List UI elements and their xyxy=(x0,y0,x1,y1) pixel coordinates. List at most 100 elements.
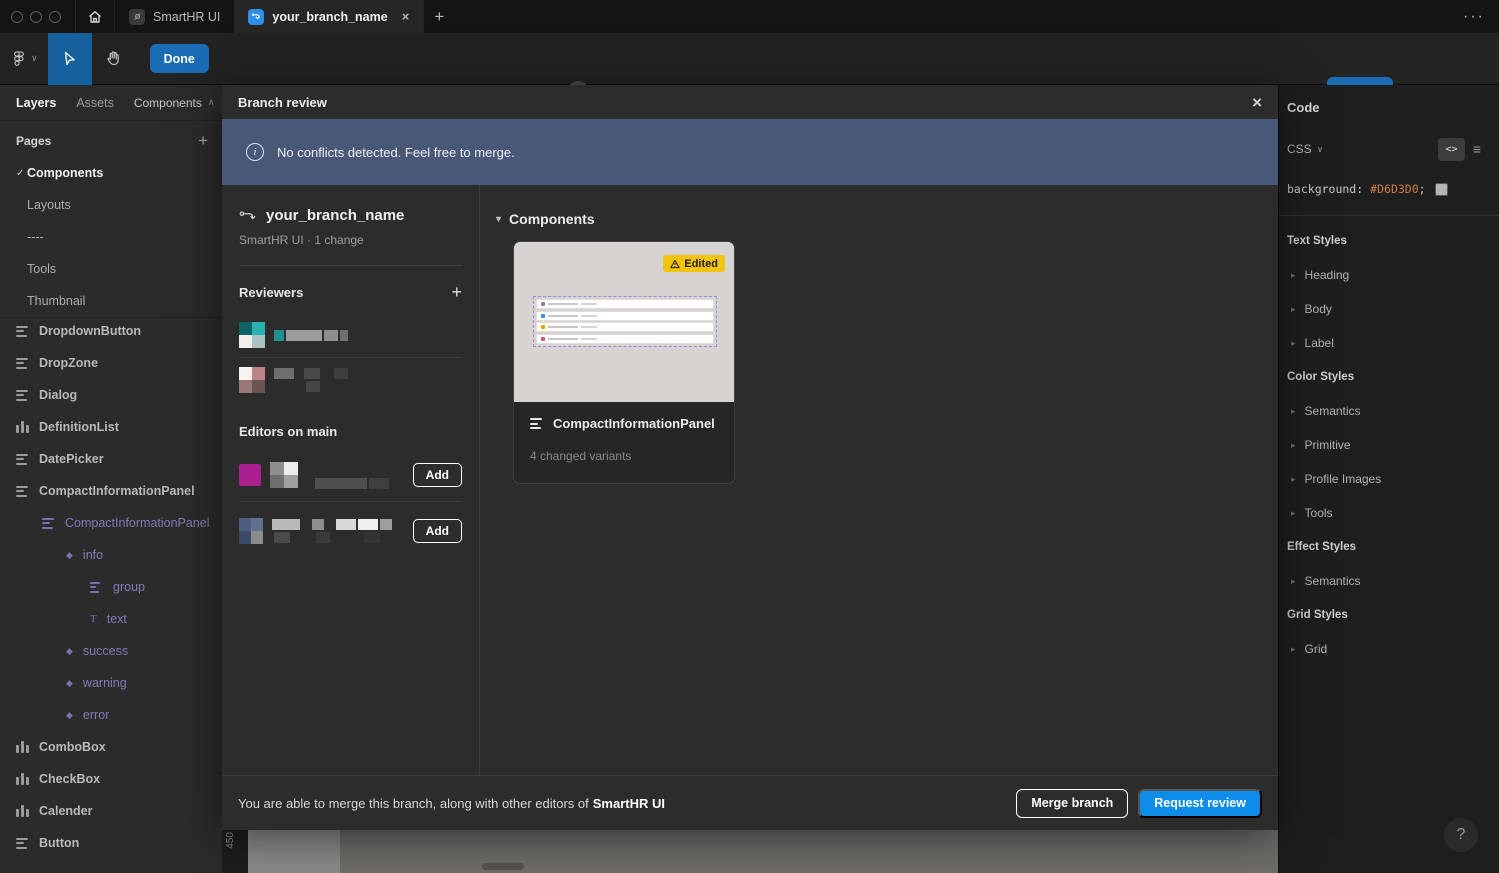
code-language-select[interactable]: CSS xyxy=(1287,142,1312,156)
code-view-icon[interactable]: <> xyxy=(1438,138,1465,161)
layer-item-info[interactable]: ◆info xyxy=(0,539,222,571)
table-view-icon[interactable]: ≡ xyxy=(1465,138,1489,161)
redacted-name xyxy=(270,462,298,488)
components-page-toggle[interactable]: Components ∧ xyxy=(134,96,215,110)
hand-tool-button[interactable] xyxy=(92,33,136,85)
layer-item-error[interactable]: ◆error xyxy=(0,699,222,731)
modal-footer: You are able to merge this branch, along… xyxy=(222,775,1278,830)
add-editor-button[interactable]: Add xyxy=(413,519,462,543)
add-editor-button[interactable]: Add xyxy=(413,463,462,487)
variant-diamond-icon: ◆ xyxy=(66,551,73,560)
layer-item-dropdownbutton[interactable]: DropdownButton xyxy=(0,315,222,347)
add-reviewer-icon[interactable]: + xyxy=(451,282,462,303)
layer-item-dialog[interactable]: Dialog xyxy=(0,379,222,411)
css-code-line[interactable]: background: #D6D3D0 ; xyxy=(1279,169,1499,209)
style-item-body[interactable]: ▸Body xyxy=(1279,292,1499,326)
layer-label: CompactInformationPanel xyxy=(39,484,195,498)
new-tab-button[interactable]: + xyxy=(424,7,454,27)
layer-item-success[interactable]: ◆success xyxy=(0,635,222,667)
code-panel-title: Code xyxy=(1279,85,1499,129)
page-item-layouts[interactable]: Layouts xyxy=(0,189,222,221)
component-icon xyxy=(42,518,55,529)
component-name: CompactInformationPanel xyxy=(553,416,715,431)
divider xyxy=(239,265,462,266)
reviewer-row xyxy=(239,358,462,402)
layer-item-definitionlist[interactable]: DefinitionList xyxy=(0,411,222,443)
layer-item-datepicker[interactable]: DatePicker xyxy=(0,443,222,475)
tab-assets[interactable]: Assets xyxy=(76,96,114,110)
traffic-light-icon[interactable] xyxy=(11,11,23,23)
layer-item-warning[interactable]: ◆ warning xyxy=(0,667,222,699)
window-controls[interactable] xyxy=(0,11,75,23)
home-icon xyxy=(87,9,103,25)
avatar xyxy=(239,367,265,393)
layer-label: Dialog xyxy=(39,388,77,402)
edited-badge: Edited xyxy=(663,255,725,272)
layer-item-combobox[interactable]: ComboBox xyxy=(0,731,222,763)
style-item-semantics[interactable]: ▸Semantics xyxy=(1279,394,1499,428)
components-section-header[interactable]: ▾ Components xyxy=(496,211,1278,227)
variant-diamond-icon: ◆ xyxy=(66,679,73,688)
page-label: Thumbnail xyxy=(27,294,85,308)
style-item-primitive[interactable]: ▸Primitive xyxy=(1279,428,1499,462)
style-item-label: Tools xyxy=(1305,506,1333,520)
footer-text: You are able to merge this branch, along… xyxy=(238,796,589,811)
variant-text-line xyxy=(548,338,578,340)
window-more-icon[interactable]: ··· xyxy=(1463,0,1485,33)
layer-label: warning xyxy=(83,676,127,690)
changed-component-card[interactable]: Edited CompactInformationPanel 4 changed… xyxy=(513,241,735,484)
style-item-heading[interactable]: ▸Heading xyxy=(1279,258,1499,292)
file-tab-smarthr-ui[interactable]: SmartHR UI xyxy=(115,0,234,33)
file-tab-your-branch-name[interactable]: your_branch_name × xyxy=(234,0,424,33)
layer-item-calender[interactable]: Calender xyxy=(0,795,222,827)
add-page-icon[interactable]: + xyxy=(198,131,208,151)
move-tool-button[interactable] xyxy=(48,33,92,85)
style-item-profile-images[interactable]: ▸Profile Images xyxy=(1279,462,1499,496)
layer-item-group[interactable]: group xyxy=(0,571,222,603)
done-button[interactable]: Done xyxy=(150,44,209,73)
layer-item-checkbox[interactable]: CheckBox xyxy=(0,763,222,795)
variant-status-dot xyxy=(541,302,545,306)
footer-file-name: SmartHR UI xyxy=(593,796,665,811)
style-item-grid[interactable]: ▸Grid xyxy=(1279,632,1499,666)
main-menu-button[interactable]: ∨ xyxy=(0,33,48,85)
layer-item-compactinformationpanel[interactable]: CompactInformationPanel xyxy=(0,475,222,507)
style-item-tools[interactable]: ▸Tools xyxy=(1279,496,1499,530)
style-item-label: Primitive xyxy=(1305,438,1351,452)
layer-item-compactinformationpanel[interactable]: CompactInformationPanel xyxy=(0,507,222,539)
horizontal-scrollbar[interactable] xyxy=(482,863,524,870)
figma-app: SmartHR UI your_branch_name × + ··· ∨ xyxy=(0,0,1499,873)
page-item-thumbnail[interactable]: Thumbnail xyxy=(0,285,222,317)
text-layer-icon: T xyxy=(90,614,97,625)
layer-item-dropzone[interactable]: DropZone xyxy=(0,347,222,379)
traffic-light-icon[interactable] xyxy=(49,11,61,23)
variant-text-line xyxy=(548,303,578,305)
style-item-label: Heading xyxy=(1305,268,1350,282)
traffic-light-icon[interactable] xyxy=(30,11,42,23)
variant-preview-row xyxy=(536,299,714,309)
style-item-semantics[interactable]: ▸Semantics xyxy=(1279,564,1499,598)
no-conflicts-banner: i No conflicts detected. Feel free to me… xyxy=(222,119,1278,185)
home-button[interactable] xyxy=(75,0,115,33)
style-item-label[interactable]: ▸Label xyxy=(1279,326,1499,360)
merge-branch-button[interactable]: Merge branch xyxy=(1016,789,1128,818)
editors-header: Editors on main xyxy=(239,424,462,439)
component-card-info: CompactInformationPanel 4 changed varian… xyxy=(514,402,734,463)
tab-layers[interactable]: Layers xyxy=(16,96,56,110)
layer-item-text[interactable]: Ttext xyxy=(0,603,222,635)
layer-label: CheckBox xyxy=(39,772,100,786)
close-icon[interactable]: × xyxy=(1252,94,1262,111)
layer-label: success xyxy=(83,644,128,658)
page-item-item[interactable]: ---- xyxy=(0,221,222,253)
layer-item-button[interactable]: Button xyxy=(0,827,222,859)
page-item-components[interactable]: ✓Components xyxy=(0,157,222,189)
tab-close-icon[interactable]: × xyxy=(402,10,410,23)
components-section-label: Components xyxy=(509,211,595,227)
request-review-button[interactable]: Request review xyxy=(1138,789,1262,818)
page-item-tools[interactable]: Tools xyxy=(0,253,222,285)
redacted-name xyxy=(315,478,389,489)
editors-label: Editors on main xyxy=(239,424,337,439)
figma-file-icon xyxy=(129,9,145,25)
canvas-area[interactable]: 450 xyxy=(222,830,1278,873)
help-button[interactable]: ? xyxy=(1444,818,1478,852)
